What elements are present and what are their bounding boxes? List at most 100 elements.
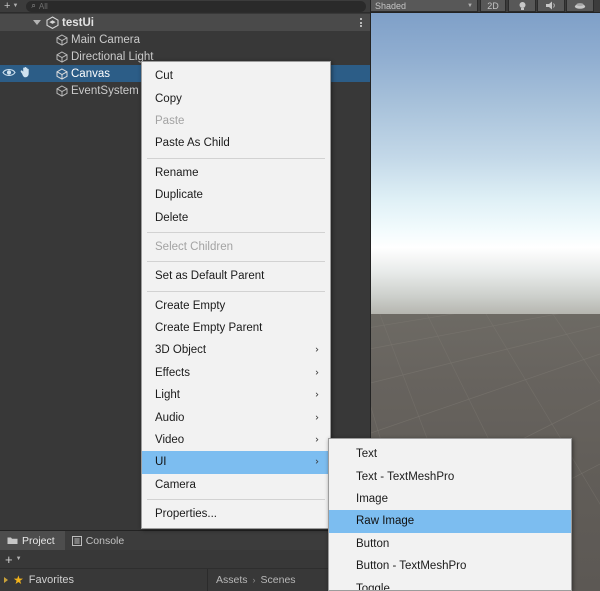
submenu-item-button[interactable]: Button [329, 533, 571, 555]
chevron-right-icon: › [315, 456, 319, 468]
speaker-glyph [545, 1, 555, 10]
chevron-right-icon: › [315, 412, 319, 424]
menu-item-label: Video [155, 434, 185, 447]
lighting-icon[interactable] [508, 0, 536, 12]
hierarchy-add-button[interactable]: + [4, 0, 10, 12]
menu-item-create-empty-parent[interactable]: Create Empty Parent [142, 317, 330, 339]
tab-console[interactable]: Console [65, 531, 135, 550]
tab-label: Console [85, 534, 125, 547]
menu-item-paste-as-child[interactable]: Paste As Child [142, 132, 330, 154]
menu-separator [147, 261, 325, 263]
submenu-item-button-textmeshpro[interactable]: Button - TextMeshPro [329, 555, 571, 577]
tab-project[interactable]: Project [0, 531, 65, 550]
submenu-item-text-textmeshpro[interactable]: Text - TextMeshPro [329, 465, 571, 487]
menu-item-video[interactable]: Video › [142, 429, 330, 451]
favorites-label: Favorites [28, 574, 75, 586]
submenu-item-toggle[interactable]: Toggle [329, 577, 571, 591]
submenu-item-raw-image[interactable]: Raw Image [329, 510, 571, 533]
project-favorites-row[interactable]: ★ Favorites [0, 569, 208, 591]
menu-item-effects[interactable]: Effects › [142, 362, 330, 384]
folder-icon [7, 536, 18, 545]
menu-item-paste: Paste [142, 110, 330, 132]
hierarchy-row-label: Canvas [71, 67, 110, 80]
hierarchy-row-label: testUi [62, 16, 94, 29]
gameobject-cube-icon [56, 50, 68, 63]
hierarchy-toolbar: + ▼ ⌕ All [0, 0, 370, 13]
hierarchy-search-field[interactable]: ⌕ All [26, 0, 366, 12]
submenu-item-image[interactable]: Image [329, 488, 571, 510]
menu-item-set-as-default-parent[interactable]: Set as Default Parent [142, 265, 330, 287]
menu-item-camera[interactable]: Camera [142, 474, 330, 496]
effects-icon[interactable] [566, 0, 594, 12]
menu-item-label: Button [356, 537, 390, 550]
star-icon: ★ [13, 573, 24, 587]
menu-separator [147, 290, 325, 292]
menu-item-label: Create Empty [155, 299, 226, 312]
menu-separator [147, 157, 325, 159]
scene-view-toolbar: Shaded ▼ 2D [370, 0, 600, 13]
toggle-2d-button[interactable]: 2D [480, 0, 506, 12]
breadcrumb-separator-icon: › [252, 575, 256, 585]
menu-item-label: 3D Object [155, 344, 207, 357]
row-visibility-controls [2, 65, 32, 82]
menu-item-label: Duplicate [155, 189, 203, 202]
project-toolbar: + ▼ [0, 550, 370, 568]
project-browser-columns: ★ Favorites Assets › Scenes [0, 568, 370, 591]
chevron-down-icon[interactable]: ▼ [12, 3, 18, 9]
menu-item-label: Image [356, 492, 388, 505]
menu-item-rename[interactable]: Rename [142, 162, 330, 184]
menu-item-label: Set as Default Parent [155, 270, 265, 283]
submenu-item-text[interactable]: Text [329, 443, 571, 465]
breadcrumb-item-assets[interactable]: Assets [216, 574, 248, 586]
breadcrumb-item-scenes[interactable]: Scenes [261, 574, 296, 586]
menu-item-label: Cut [155, 70, 173, 83]
scene-sky-background [370, 13, 600, 314]
menu-separator [147, 499, 325, 501]
bottom-panel-tabs: Project Console [0, 531, 370, 550]
menu-item-label: UI [155, 456, 167, 469]
menu-item-label: Audio [155, 411, 185, 424]
menu-item-label: Raw Image [356, 515, 415, 528]
search-icon: ⌕ [31, 1, 36, 10]
hierarchy-row-label: EventSystem [71, 84, 139, 97]
expand-triangle-icon[interactable] [4, 577, 8, 583]
console-icon [71, 535, 82, 546]
menu-item-light[interactable]: Light › [142, 384, 330, 406]
menu-item-ui[interactable]: UI › [142, 451, 330, 474]
menu-item-label: Delete [155, 211, 189, 224]
menu-item-label: Select Children [155, 240, 233, 253]
project-console-panel: Project Console + ▼ ★ Favorites Assets ›… [0, 530, 370, 591]
hierarchy-item-main-camera[interactable]: Main Camera [0, 31, 370, 48]
menu-item-audio[interactable]: Audio › [142, 406, 330, 428]
hierarchy-context-menu: Cut Copy Paste Paste As Child Rename Dup… [141, 61, 331, 530]
chevron-down-icon: ▼ [467, 2, 473, 9]
scene-toggles-group [508, 0, 594, 12]
expand-triangle-icon[interactable] [33, 20, 41, 25]
chevron-right-icon: › [315, 434, 319, 446]
project-add-button[interactable]: + [5, 553, 13, 566]
eye-icon[interactable] [2, 67, 16, 81]
gameobject-cube-icon [56, 84, 68, 97]
menu-separator [147, 231, 325, 233]
menu-item-3d-object[interactable]: 3D Object › [142, 339, 330, 361]
menu-item-label: Text - TextMeshPro [356, 470, 455, 483]
menu-item-properties[interactable]: Properties... [142, 503, 330, 525]
menu-item-delete[interactable]: Delete [142, 206, 330, 228]
menu-item-create-empty[interactable]: Create Empty [142, 295, 330, 317]
menu-item-label: Effects [155, 366, 190, 379]
hand-icon[interactable] [19, 66, 32, 81]
menu-item-cut[interactable]: Cut [142, 65, 330, 87]
menu-item-copy[interactable]: Copy [142, 87, 330, 109]
unity-editor-window: Shaded ▼ 2D + ▼ ⌕ All testUi Main Camera… [0, 0, 600, 591]
menu-item-label: Toggle [356, 582, 390, 591]
gameobject-cube-icon [56, 67, 68, 80]
draw-mode-dropdown[interactable]: Shaded ▼ [370, 0, 478, 12]
chevron-down-icon[interactable]: ▼ [16, 556, 22, 562]
audio-icon[interactable] [537, 0, 565, 12]
kebab-menu-icon[interactable] [360, 14, 362, 31]
hierarchy-scene-row[interactable]: testUi [0, 14, 370, 31]
menu-item-duplicate[interactable]: Duplicate [142, 184, 330, 206]
lightbulb-glyph [519, 1, 525, 10]
menu-item-label: Copy [155, 92, 182, 105]
toggle-2d-label: 2D [487, 0, 499, 11]
